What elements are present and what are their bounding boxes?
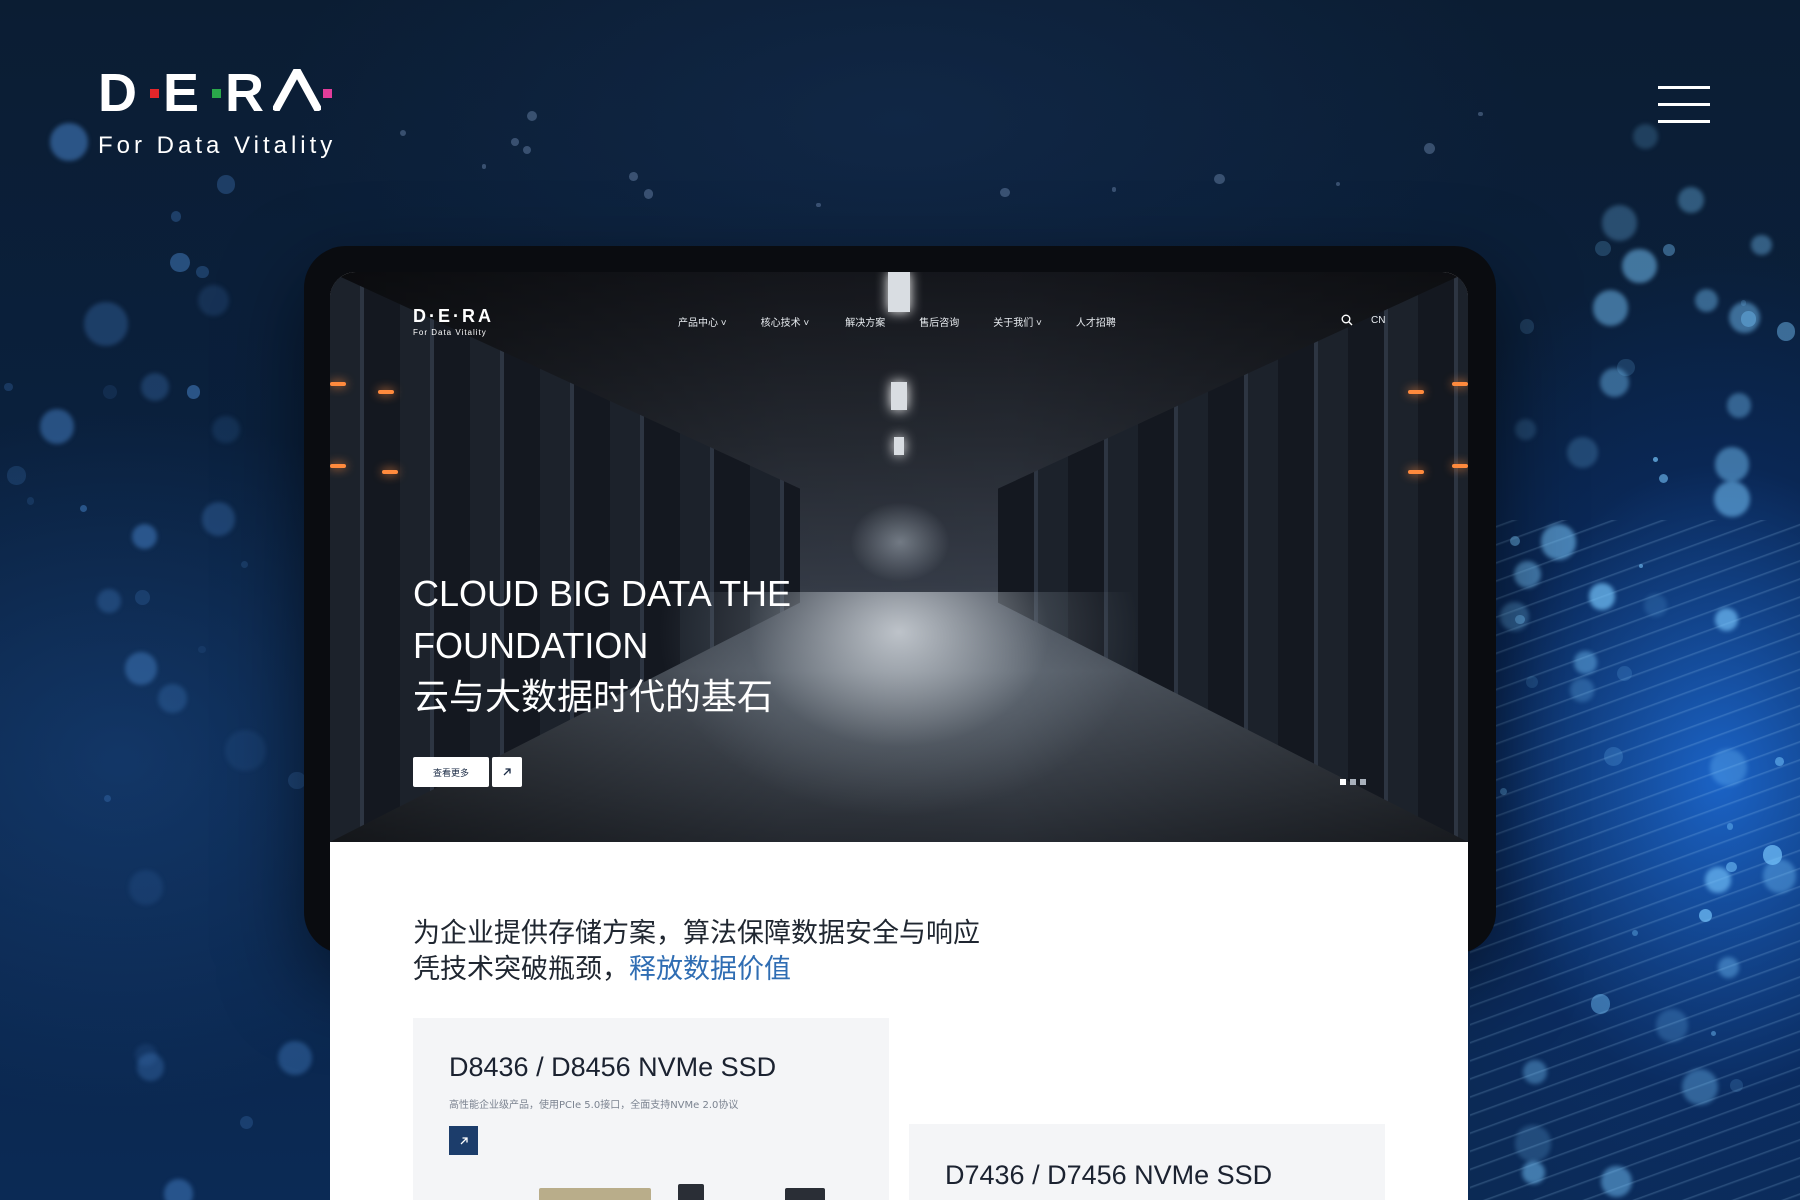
arrow-up-right-icon[interactable] bbox=[492, 757, 522, 787]
light-streaks bbox=[1470, 520, 1800, 1200]
rack-led bbox=[330, 382, 346, 386]
logo-dot bbox=[212, 88, 222, 98]
product-title: D8436 / D8456 NVMe SSD bbox=[449, 1052, 777, 1082]
hero-title-cn: 云与大数据时代的基石 bbox=[413, 677, 774, 718]
slide-dot[interactable] bbox=[1360, 779, 1366, 785]
search-icon[interactable] bbox=[1341, 314, 1353, 326]
website-screen: D·E·RA For Data Vitality 产品中心 ˅ 核心技术 ˅ 解… bbox=[330, 272, 1468, 1200]
nav-item-products[interactable]: 产品中心 ˅ bbox=[678, 314, 727, 329]
rack-led bbox=[378, 390, 394, 394]
hamburger-menu-icon[interactable] bbox=[1658, 86, 1710, 126]
rack-led bbox=[382, 470, 398, 474]
language-switch[interactable]: CN bbox=[1371, 315, 1385, 326]
logo-a-mark bbox=[271, 62, 323, 113]
hero-banner: D·E·RA For Data Vitality 产品中心 ˅ 核心技术 ˅ 解… bbox=[330, 272, 1468, 842]
rack-led bbox=[1408, 390, 1424, 394]
slide-dot[interactable] bbox=[1340, 779, 1346, 785]
logo-dot bbox=[323, 88, 333, 98]
intro-highlight: 释放数据价值 bbox=[629, 954, 791, 985]
rack-led bbox=[1408, 470, 1424, 474]
hero-title: CLOUD BIG DATA THE FOUNDATION 云与大数据时代的基石 bbox=[413, 568, 791, 724]
nav-item-about[interactable]: 关于我们 ˅ bbox=[993, 314, 1042, 329]
ssd-product-image bbox=[678, 1184, 704, 1200]
nav-item-support[interactable]: 售后咨询 bbox=[919, 314, 959, 329]
logo-dot bbox=[150, 88, 159, 98]
product-card[interactable]: D8436 / D8456 NVMe SSD 高性能企业级产品，使用PCIe 5… bbox=[413, 1018, 889, 1200]
slider-dots bbox=[1340, 779, 1366, 785]
product-title: D7436 / D7456 NVMe SSD bbox=[945, 1160, 1273, 1190]
ceiling-light bbox=[891, 382, 907, 410]
intro-line1: 为企业提供存储方案，算法保障数据安全与响应 bbox=[413, 918, 980, 949]
intro-line2: 凭技术突破瓶颈，释放数据价值 bbox=[413, 954, 791, 985]
product-subtitle: 高性能企业级产品，使用PCIe 5.0接口，全面支持NVMe 2.0协议 bbox=[449, 1100, 739, 1111]
hero-cta-group: 查看更多 bbox=[413, 757, 522, 787]
rack-led bbox=[330, 464, 346, 468]
product-card[interactable]: D7436 / D7456 NVMe SSD bbox=[909, 1124, 1385, 1200]
ssd-product-image bbox=[539, 1188, 651, 1200]
rack-led bbox=[1452, 464, 1468, 468]
arrow-up-right-icon[interactable] bbox=[449, 1126, 478, 1155]
view-more-button[interactable]: 查看更多 bbox=[413, 757, 489, 787]
slide-dot[interactable] bbox=[1350, 779, 1356, 785]
site-navbar: D·E·RA For Data Vitality 产品中心 ˅ 核心技术 ˅ 解… bbox=[330, 272, 1468, 372]
hero-title-en-line2: FOUNDATION bbox=[413, 625, 649, 666]
brand-tagline: For Data Vitality bbox=[98, 132, 337, 159]
intro-text: 为企业提供存储方案，算法保障数据安全与响应 凭技术突破瓶颈，释放数据价值 bbox=[413, 916, 980, 988]
logo-wordmark: DER bbox=[98, 62, 336, 120]
nav-item-core-tech[interactable]: 核心技术 ˅ bbox=[761, 314, 810, 329]
hero-title-en-line1: CLOUD BIG DATA THE bbox=[413, 573, 792, 614]
nav-item-careers[interactable]: 人才招聘 bbox=[1076, 314, 1116, 329]
nav-item-solutions[interactable]: 解决方案 bbox=[845, 314, 885, 329]
ceiling-light bbox=[894, 437, 904, 455]
site-logo[interactable]: D·E·RA For Data Vitality bbox=[413, 306, 494, 337]
brand-logo[interactable]: DER For Data Vitality bbox=[98, 62, 337, 160]
corridor-end bbox=[850, 502, 950, 582]
site-nav-menu: 产品中心 ˅ 核心技术 ˅ 解决方案 售后咨询 关于我们 ˅ 人才招聘 bbox=[678, 314, 1150, 329]
ssd-product-image bbox=[785, 1188, 825, 1200]
rack-led bbox=[1452, 382, 1468, 386]
